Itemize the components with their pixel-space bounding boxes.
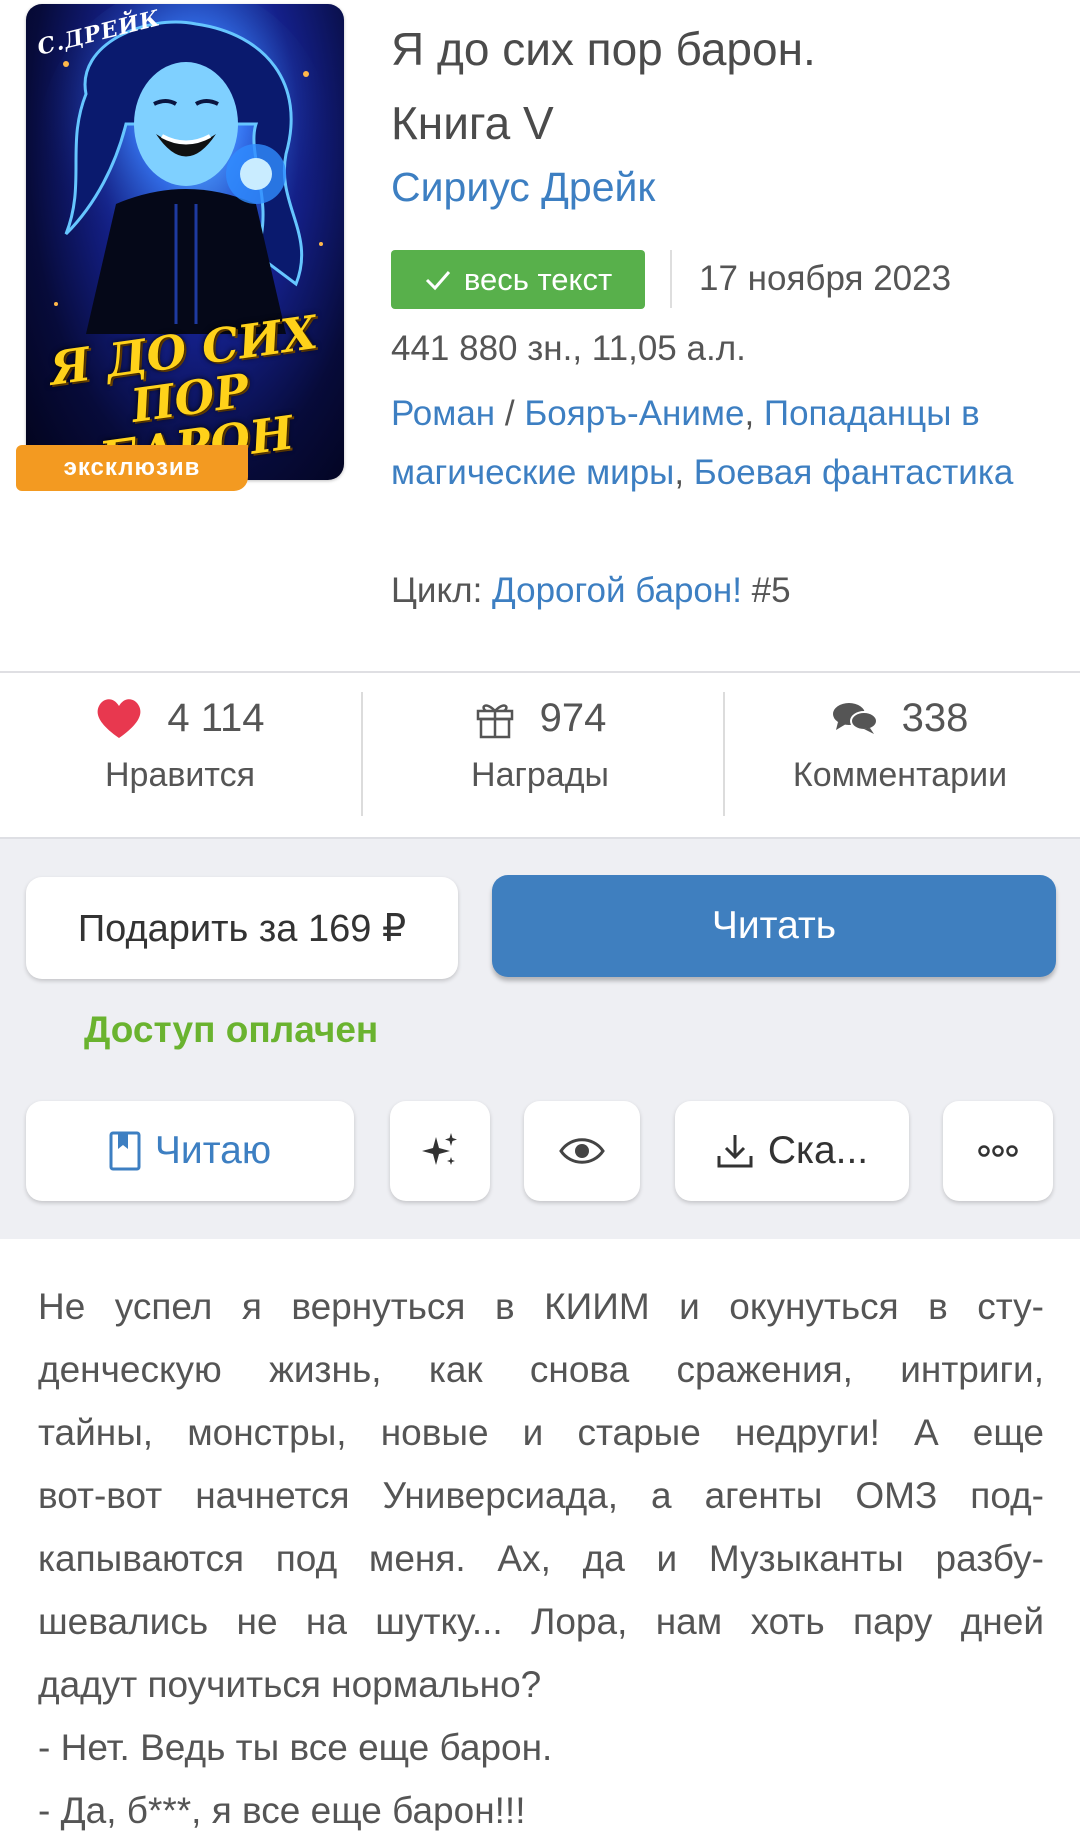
eye-icon <box>559 1138 605 1164</box>
comments-icon <box>832 703 878 734</box>
awards-count: 974 <box>539 695 607 740</box>
book-title-line: Я до сих пор барон. <box>391 23 816 75</box>
likes-label: Нравится <box>104 756 256 794</box>
description-line: капываются под меня. Ах, да и Музыканты … <box>38 1538 1044 1579</box>
divider <box>0 671 1080 673</box>
more-icon <box>978 1145 1018 1157</box>
book-size: 441 880 зн., 11,05 а.л. <box>391 329 746 368</box>
description-line: дадут поучиться нормально? <box>38 1664 542 1705</box>
description-line: - Нет. Ведь ты все еще барон. <box>38 1727 553 1768</box>
book-cover[interactable]: С.ДРЕЙК Я ДО СИХ ПОР БАРОН <box>26 4 344 480</box>
cycle: Цикл: Дорогой барон! #5 <box>391 571 791 611</box>
genres: Роман / Бояръ-Аниме, Попаданцы в магичес… <box>391 394 1014 492</box>
likes-count: 4 114 <box>167 695 265 740</box>
check-icon <box>425 270 450 290</box>
genre-link[interactable]: Боевая фантастика <box>694 453 1014 492</box>
reading-button-label: Читаю <box>154 1129 272 1172</box>
access-status: Доступ оплачен <box>84 1009 379 1050</box>
exclusive-badge: эксклюзив <box>16 445 248 491</box>
description-line: шевались не на шутку... Лора, нам хоть п… <box>38 1601 1044 1642</box>
cycle-link[interactable]: Дорогой барон! <box>492 571 742 610</box>
read-button[interactable]: Читать <box>492 875 1056 977</box>
publication-date: 17 ноября 2023 <box>699 259 952 298</box>
comments-label: Комментарии <box>792 756 1008 794</box>
cycle-label: Цикл: <box>391 571 493 610</box>
gift-icon <box>476 704 513 739</box>
divider <box>670 250 672 308</box>
book-title: Я до сих пор барон. Книга V <box>391 12 1051 160</box>
reading-button[interactable]: Читаю <box>26 1101 354 1201</box>
download-button[interactable]: Ска... <box>675 1101 909 1201</box>
genre-separator: / <box>495 394 525 433</box>
author-link[interactable]: Сириус Дрейк <box>391 164 655 211</box>
status-badge: весь текст <box>391 250 645 309</box>
genre-link-main[interactable]: Роман <box>391 394 495 433</box>
description-line: вот-вот начнется Универсиада, а агенты О… <box>38 1475 1044 1516</box>
description-line: - Да, б***, я все еще барон!!! <box>38 1790 526 1831</box>
more-button[interactable] <box>943 1101 1053 1201</box>
book-title-line: Книга V <box>391 97 554 149</box>
status-badge-label: весь текст <box>463 261 613 297</box>
download-icon <box>717 1135 753 1168</box>
comments-count: 338 <box>901 695 969 740</box>
bookmark-icon <box>109 1131 141 1171</box>
awards-stat[interactable]: 974 Награды <box>360 688 720 795</box>
description-line: денческую жизнь, как снова сражения, инт… <box>38 1349 1044 1390</box>
genre-link[interactable]: Бояръ-Аниме <box>524 394 744 433</box>
ai-button[interactable] <box>390 1101 490 1201</box>
actions-panel: Подарить за 169 ₽ Читать Доступ оплачен … <box>0 837 1080 1239</box>
gift-button[interactable]: Подарить за 169 ₽ <box>26 877 458 979</box>
download-button-label: Ска... <box>767 1129 869 1172</box>
watch-button[interactable] <box>524 1101 640 1201</box>
likes-stat[interactable]: 4 114 Нравится <box>0 688 360 795</box>
sparkles-icon <box>422 1133 457 1165</box>
comments-stat[interactable]: 338 Комментарии <box>720 688 1080 795</box>
cycle-number: #5 <box>741 571 791 610</box>
book-description: Не успел я вернуться в КИИМ и окунуться … <box>38 1275 1044 1842</box>
heart-icon <box>98 699 141 738</box>
description-line: тайны, монстры, новые и старые недруги! … <box>38 1412 1044 1453</box>
description-line: Не успел я вернуться в КИИМ и окунуться … <box>38 1286 1044 1327</box>
awards-label: Награды <box>471 756 609 794</box>
